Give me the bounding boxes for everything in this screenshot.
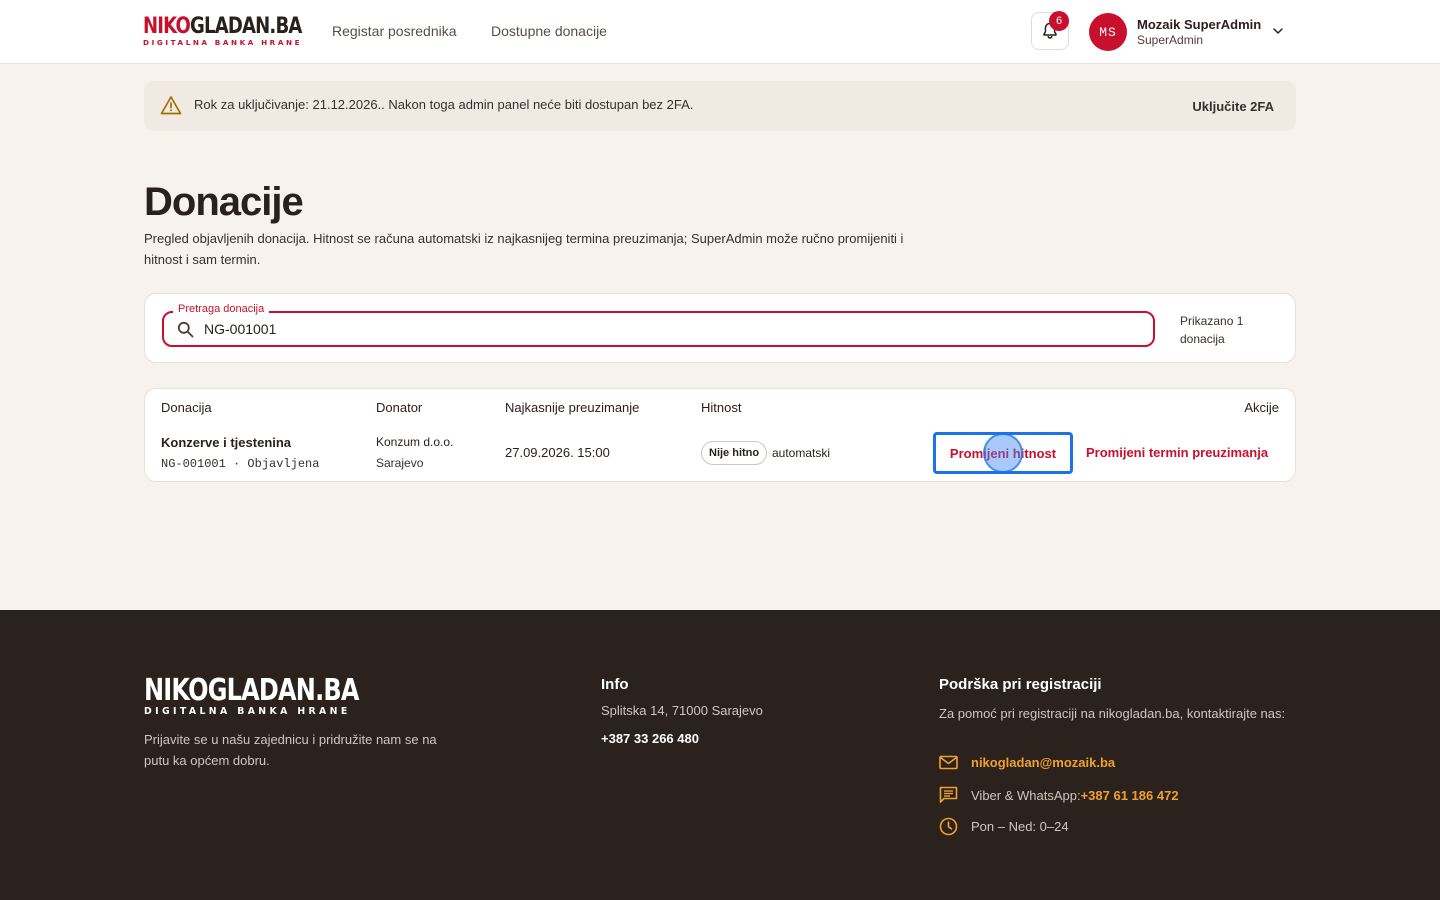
- footer-viber-label: Viber & WhatsApp:: [971, 787, 1081, 803]
- donations-table: Donacija Donator Najkasnije preuzimanje …: [144, 388, 1296, 482]
- clock-icon: [939, 817, 958, 836]
- nav-dostupne-donacije[interactable]: Dostupne donacije: [491, 23, 607, 39]
- footer-hours-row: Pon – Ned: 0–24: [939, 817, 1069, 836]
- column-header-hitnost: Hitnost: [701, 400, 742, 415]
- top-header: NIKOGLADAN.BA DIGITALNA BANKA HRANE Regi…: [0, 0, 1440, 64]
- donor-name: Konzum d.o.o.: [376, 435, 454, 449]
- change-pickup-button[interactable]: Promijeni termin preuzimanja: [1086, 445, 1268, 460]
- footer-phone[interactable]: +387 33 266 480: [601, 731, 699, 746]
- column-header-akcije: Akcije: [1244, 400, 1279, 415]
- user-role: SuperAdmin: [1137, 33, 1204, 47]
- footer-tagline: Prijavite se u našu zajednicu i pridruži…: [144, 732, 437, 768]
- column-header-donator: Donator: [376, 400, 423, 415]
- results-count: Prikazano 1 donacija: [1180, 314, 1244, 346]
- footer-logo-subtitle: DIGITALNA BANKA HRANE: [144, 706, 351, 717]
- user-name: Mozaik SuperAdmin: [1137, 17, 1262, 32]
- page-title: Donacije: [144, 180, 304, 224]
- urgency-mode: automatski: [772, 446, 831, 460]
- footer-logo[interactable]: NIKOGLADAN.BA DIGITALNA BANKA HRANE: [144, 673, 412, 717]
- urgency-badge: Nije hitno: [701, 441, 768, 465]
- footer-info-heading: Info: [601, 676, 629, 693]
- notifications-count-badge: 6: [1049, 11, 1069, 31]
- pickup-deadline: 27.09.2026. 15:00: [505, 445, 610, 460]
- site-logo[interactable]: NIKOGLADAN.BA DIGITALNA BANKA HRANE: [143, 14, 336, 47]
- search-icon: [177, 321, 194, 338]
- logo-wordmark: NIKOGLADAN.BA: [143, 14, 302, 39]
- warning-text: Rok za uključivanje: 21.12.2026.. Nakon …: [194, 97, 694, 112]
- chevron-down-icon[interactable]: [1272, 26, 1284, 36]
- nav-registar-posrednika[interactable]: Registar posrednika: [332, 23, 457, 39]
- footer-viber-number[interactable]: +387 61 186 472: [1081, 788, 1179, 803]
- mail-icon: [939, 755, 958, 770]
- footer-email-row: nikogladan@mozaik.ba: [939, 755, 1115, 770]
- search-input[interactable]: [204, 321, 1104, 337]
- search-card: Pretraga donacija Prikazano 1 donacija: [144, 293, 1296, 363]
- footer-viber-row: Viber & WhatsApp: +387 61 186 472: [939, 786, 1179, 804]
- donation-code-status: NG-001001 · Objavljena: [161, 457, 320, 471]
- logo-subtitle: DIGITALNA BANKA HRANE: [143, 38, 303, 47]
- donor-city: Sarajevo: [376, 456, 424, 470]
- page-description: Pregled objavljenih donacija. Hitnost se…: [144, 231, 904, 267]
- 2fa-warning-banner: Rok za uključivanje: 21.12.2026.. Nakon …: [144, 81, 1296, 131]
- footer-hours: Pon – Ned: 0–24: [971, 819, 1069, 834]
- site-footer: NIKOGLADAN.BA DIGITALNA BANKA HRANE Prij…: [0, 610, 1440, 900]
- warning-icon: [160, 96, 182, 115]
- user-avatar[interactable]: MS: [1089, 13, 1127, 51]
- column-header-preuzimanje: Najkasnije preuzimanje: [505, 400, 640, 415]
- search-label: Pretraga donacija: [173, 303, 270, 315]
- donation-title: Konzerve i tjestenina: [161, 435, 292, 450]
- footer-support-text: Za pomoć pri registraciji na nikogladan.…: [939, 706, 1286, 721]
- change-urgency-button[interactable]: Promijeni hitnost: [933, 432, 1073, 474]
- enable-2fa-link[interactable]: Uključite 2FA: [1192, 99, 1274, 114]
- chat-icon: [939, 786, 958, 803]
- footer-support-heading: Podrška pri registraciji: [939, 676, 1102, 693]
- footer-address: Splitska 14, 71000 Sarajevo: [601, 703, 763, 718]
- footer-email-link[interactable]: nikogladan@mozaik.ba: [971, 755, 1115, 770]
- footer-logo-wordmark: NIKOGLADAN.BA: [144, 673, 359, 708]
- search-field[interactable]: Pretraga donacija: [162, 303, 1155, 347]
- column-header-donacija: Donacija: [161, 400, 212, 415]
